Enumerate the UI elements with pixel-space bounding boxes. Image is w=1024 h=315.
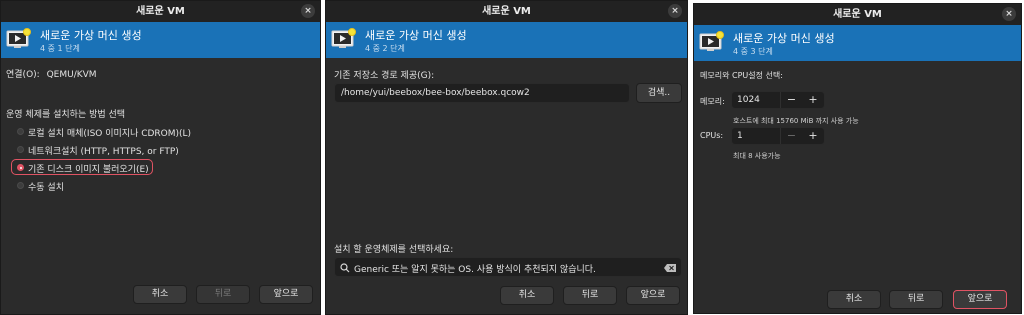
- os-search-value: Generic 또는 알지 못하는 OS. 사용 방식이 추천되지 않습니다.: [354, 265, 596, 275]
- virtual-machine-icon: [6, 28, 31, 48]
- cpus-hint: 최대 8 사용가능: [733, 152, 781, 160]
- memory-hint: 호스트에 최대 15760 MiB 까지 사용 가능: [733, 117, 859, 125]
- window-title: 새로운 VM: [482, 6, 531, 17]
- radio-import-disk-image-label[interactable]: 기존 디스크 이미지 불러오기(E): [28, 162, 149, 175]
- radio-network-install[interactable]: [17, 146, 24, 153]
- step-indicator: 4 중 3 단계: [733, 47, 773, 56]
- radio-manual-install-label[interactable]: 수동 설치: [28, 180, 64, 193]
- os-search-input[interactable]: Generic 또는 알지 못하는 OS. 사용 방식이 추천되지 않습니다.: [334, 257, 682, 277]
- wizard-banner: 새로운 가상 머신 생성 4 중 1 단계: [1, 22, 320, 58]
- cancel-button[interactable]: 취소: [827, 290, 881, 309]
- forward-button[interactable]: 앞으로: [953, 290, 1007, 309]
- forward-button[interactable]: 앞으로: [626, 286, 680, 305]
- back-button[interactable]: 뒤로: [196, 285, 250, 304]
- close-icon[interactable]: ×: [1002, 7, 1016, 21]
- banner-title: 새로운 가상 머신 생성: [40, 29, 142, 42]
- wizard-banner: 새로운 가상 머신 생성 4 중 3 단계: [694, 25, 1021, 61]
- window-title: 새로운 VM: [136, 6, 185, 17]
- banner-title: 새로운 가상 머신 생성: [733, 32, 835, 45]
- radio-manual-install[interactable]: [17, 182, 24, 189]
- cancel-button[interactable]: 취소: [133, 285, 187, 304]
- connection-row: 연결(O): QEMU/KVM: [6, 67, 97, 80]
- back-button[interactable]: 뒤로: [889, 290, 943, 309]
- new-vm-window-step3: 새로운 VM × 새로운 가상 머신 생성 4 중 3 단계 메모리와 CPU설…: [693, 3, 1022, 314]
- memory-cpu-heading: 메모리와 CPU설정 선택:: [700, 71, 783, 80]
- storage-path-value: /home/yui/beebox/bee-box/beebox.qcow2: [341, 88, 530, 98]
- close-icon[interactable]: ×: [301, 4, 315, 18]
- new-vm-window-step2: 새로운 VM × 새로운 가상 머신 생성 4 중 2 단계 기존 저장소 경로…: [325, 0, 688, 315]
- connection-value: QEMU/KVM: [46, 70, 97, 80]
- virtual-machine-icon: [699, 31, 724, 51]
- close-icon[interactable]: ×: [668, 4, 682, 18]
- radio-local-media-label[interactable]: 로컬 설치 매체(ISO 이미지나 CDROM)(L): [28, 126, 191, 139]
- cpus-decrement-button[interactable]: −: [780, 128, 802, 144]
- virtual-machine-icon: [331, 28, 356, 48]
- storage-path-label: 기존 저장소 경로 제공(G):: [334, 71, 435, 81]
- cpus-spinbox[interactable]: 1 − +: [731, 127, 825, 145]
- memory-decrement-button[interactable]: −: [780, 92, 802, 108]
- radio-network-install-label[interactable]: 네트워크설치 (HTTP, HTTPS, or FTP): [28, 144, 179, 157]
- window-title: 새로운 VM: [833, 9, 882, 20]
- step-indicator: 4 중 2 단계: [365, 44, 405, 53]
- memory-increment-button[interactable]: +: [802, 92, 824, 108]
- forward-button[interactable]: 앞으로: [259, 285, 313, 304]
- window-titlebar: 새로운 VM ×: [694, 4, 1021, 25]
- new-vm-window-step1: 새로운 VM × 새로운 가상 머신 생성 4 중 1 단계 연결(O): QE…: [0, 0, 321, 315]
- cpus-label: CPUs:: [700, 131, 724, 140]
- step-indicator: 4 중 1 단계: [40, 44, 80, 53]
- connection-label: 연결(O):: [6, 70, 40, 80]
- os-select-label: 설치 할 운영체제를 선택하세요:: [334, 245, 454, 255]
- radio-import-disk-image[interactable]: [17, 164, 24, 171]
- browse-button[interactable]: 검색..: [636, 83, 682, 103]
- search-icon: [340, 263, 350, 273]
- storage-path-input[interactable]: /home/yui/beebox/bee-box/beebox.qcow2: [334, 83, 630, 103]
- memory-spinbox[interactable]: 1024 − +: [731, 91, 825, 109]
- memory-label: 메모리:: [700, 97, 725, 106]
- window-titlebar: 새로운 VM ×: [326, 1, 687, 22]
- cancel-button[interactable]: 취소: [500, 286, 554, 305]
- radio-local-media[interactable]: [17, 128, 24, 135]
- wizard-banner: 새로운 가상 머신 생성 4 중 2 단계: [326, 22, 687, 58]
- banner-title: 새로운 가상 머신 생성: [365, 29, 467, 42]
- memory-value[interactable]: 1024: [737, 95, 760, 105]
- cpus-increment-button[interactable]: +: [802, 128, 824, 144]
- clear-icon[interactable]: [664, 264, 676, 272]
- install-method-heading: 운영 체제를 설치하는 방법 선택: [6, 110, 126, 120]
- back-button[interactable]: 뒤로: [563, 286, 617, 305]
- cpus-value[interactable]: 1: [737, 131, 743, 141]
- window-titlebar: 새로운 VM ×: [1, 1, 320, 22]
